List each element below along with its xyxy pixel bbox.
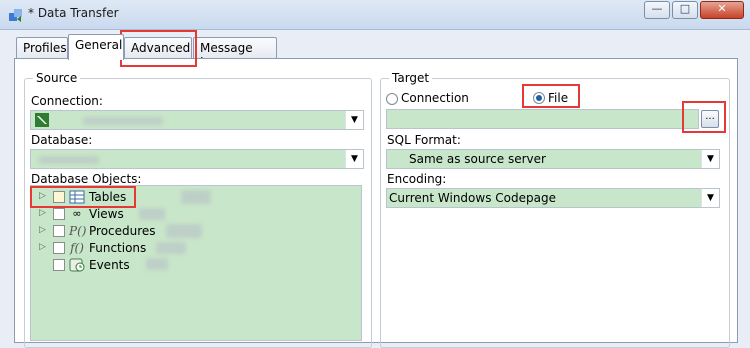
target-file-radio-label[interactable]: File (548, 91, 568, 105)
database-label: Database: (31, 133, 93, 147)
target-connection-radio[interactable] (386, 93, 398, 105)
tree-item-functions[interactable]: ▷ f() Functions (39, 241, 239, 257)
source-legend: Source (33, 71, 81, 85)
redacted-value (139, 208, 165, 220)
tree-item-label: Functions (89, 241, 147, 255)
views-checkbox[interactable] (53, 208, 65, 220)
tab-message-log[interactable]: Message Log (193, 37, 277, 69)
tab-label: General (75, 38, 123, 52)
redacted-value (83, 117, 163, 125)
chevron-down-icon[interactable]: ▼ (701, 189, 719, 207)
redacted-value (166, 224, 202, 238)
target-legend: Target (389, 71, 433, 85)
connection-label: Connection: (31, 94, 103, 108)
database-objects-tree[interactable]: ▷ Tables ▷ ∞ Views ▷ P() Procedures ▷ f(… (30, 185, 362, 341)
views-icon: ∞ (72, 207, 82, 220)
functions-checkbox[interactable] (53, 242, 65, 254)
tab-profiles[interactable]: Profiles (16, 37, 68, 59)
sql-format-select[interactable]: Same as source server ▼ (386, 149, 720, 169)
encoding-select[interactable]: Current Windows Codepage ▼ (386, 188, 720, 208)
sql-format-value: Same as source server (409, 152, 546, 166)
app-icon (9, 9, 22, 22)
browse-label: ... (705, 111, 715, 122)
chevron-down-icon[interactable]: ▼ (345, 150, 363, 168)
events-checkbox[interactable] (53, 259, 65, 271)
tab-general[interactable]: General (68, 34, 124, 60)
sql-format-label: SQL Format: (387, 133, 461, 147)
minimize-button[interactable]: — (644, 1, 670, 19)
chevron-down-icon[interactable]: ▼ (701, 150, 719, 168)
title-bar: * Data Transfer — □ ✕ (0, 0, 750, 30)
encoding-label: Encoding: (387, 172, 447, 186)
expand-arrow-icon[interactable]: ▷ (39, 242, 46, 252)
tab-advanced[interactable]: Advanced (124, 37, 192, 59)
database-objects-label: Database Objects: (31, 172, 142, 186)
expand-arrow-icon[interactable]: ▷ (39, 225, 46, 235)
tab-label: Advanced (131, 41, 191, 55)
target-connection-radio-label[interactable]: Connection (401, 91, 469, 105)
expand-arrow-icon[interactable]: ▷ (39, 208, 46, 218)
tree-item-label: Procedures (89, 224, 156, 238)
tree-item-label: Views (89, 207, 124, 221)
event-icon (69, 258, 85, 272)
tables-checkbox[interactable] (53, 191, 65, 203)
mysql-connection-icon (35, 113, 49, 127)
tree-item-procedures[interactable]: ▷ P() Procedures (39, 224, 239, 240)
redacted-value (181, 190, 211, 204)
function-icon: f() (70, 241, 84, 255)
close-button[interactable]: ✕ (700, 1, 744, 19)
browse-file-button[interactable]: ... (701, 110, 719, 128)
window-title: * Data Transfer (28, 6, 119, 20)
tab-label: Profiles (23, 41, 67, 55)
tree-item-events[interactable]: Events (39, 258, 239, 274)
redacted-value (39, 156, 99, 164)
encoding-value: Current Windows Codepage (389, 191, 556, 205)
table-icon (69, 190, 85, 204)
chevron-down-icon[interactable]: ▼ (345, 111, 363, 129)
tree-item-label: Tables (89, 190, 127, 204)
tree-item-label: Events (89, 258, 130, 272)
maximize-button[interactable]: □ (672, 1, 698, 19)
target-file-path-input[interactable] (386, 109, 699, 129)
source-connection-select[interactable]: ▼ (30, 110, 364, 130)
target-file-radio[interactable] (533, 92, 545, 104)
source-database-select[interactable]: ▼ (30, 149, 364, 169)
procedure-icon: P() (69, 224, 87, 238)
redacted-value (156, 242, 186, 254)
procedures-checkbox[interactable] (53, 225, 65, 237)
expand-arrow-icon[interactable]: ▷ (39, 191, 46, 201)
redacted-value (146, 258, 168, 270)
